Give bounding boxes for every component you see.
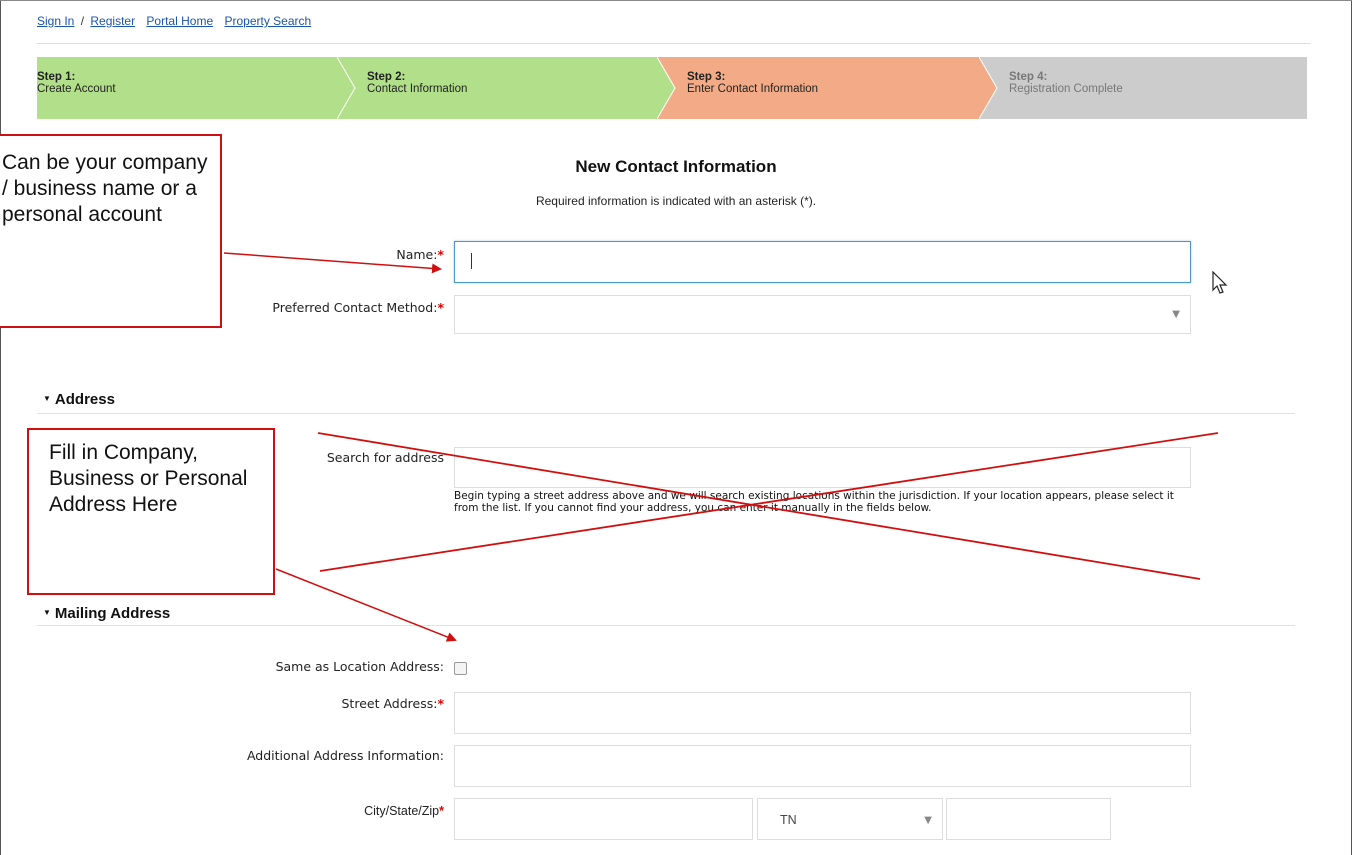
strike-line-1 (317, 432, 1201, 580)
strike-line-2 (319, 432, 1219, 572)
callout1-arrow (223, 252, 442, 274)
callout-address-note: Fill in Company, Business or Personal Ad… (27, 428, 275, 595)
callout2-arrow (275, 568, 457, 642)
callout-name-note: Can be your company / business name or a… (0, 134, 222, 328)
mouse-pointer-icon (1212, 271, 1228, 294)
